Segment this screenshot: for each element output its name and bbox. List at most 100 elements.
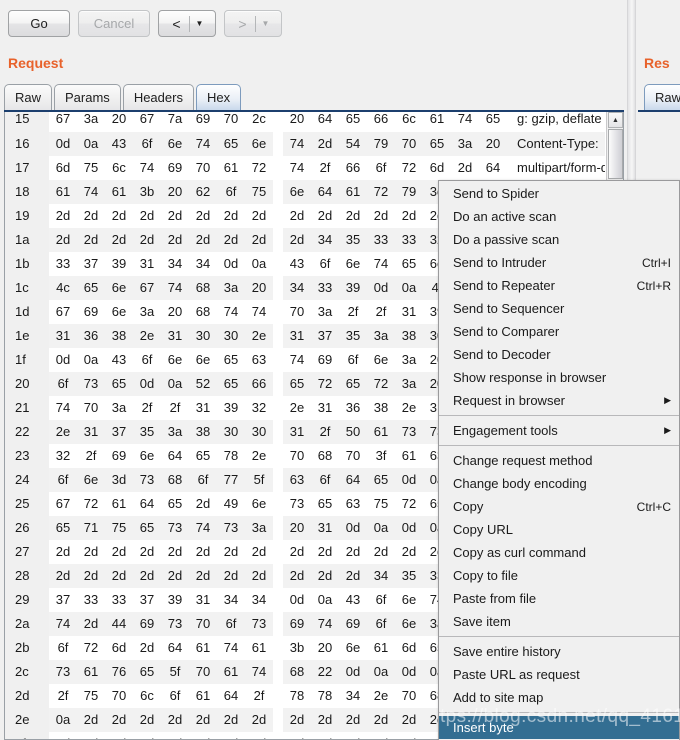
hex-byte-cell[interactable]: 65	[133, 516, 161, 540]
hex-byte-cell[interactable]: 65	[49, 516, 77, 540]
hex-byte-cell[interactable]: 54	[339, 132, 367, 156]
hex-byte-cell[interactable]: 2d	[311, 564, 339, 588]
hex-byte-cell[interactable]: 79	[395, 180, 423, 204]
hex-byte-cell[interactable]: 2d	[133, 204, 161, 228]
hex-byte-cell[interactable]: 2d	[77, 228, 105, 252]
hex-row[interactable]: 15 67 3a 20 67 7a 69 70 2c 20 64 65 66 6c 61 74 65 g: gzi…	[5, 112, 605, 132]
hex-byte-cell[interactable]: 63	[283, 468, 311, 492]
hex-byte-cell[interactable]: 67	[133, 112, 161, 132]
hex-byte-cell[interactable]: 74	[311, 612, 339, 636]
hex-byte-cell[interactable]: 61	[217, 660, 245, 684]
hex-byte-cell[interactable]: 72	[367, 180, 395, 204]
hex-byte-cell[interactable]: 75	[77, 156, 105, 180]
hex-byte-cell[interactable]: 65	[311, 492, 339, 516]
hex-byte-cell[interactable]: 64	[479, 156, 507, 180]
hex-byte-cell[interactable]: 72	[311, 372, 339, 396]
menu-item-engagement-tools[interactable]: Engagement tools ▶	[439, 419, 679, 442]
scroll-up-arrow-icon[interactable]: ▲	[608, 112, 623, 128]
menu-item-send-to-intruder[interactable]: Send to Intruder Ctrl+I	[439, 251, 679, 274]
hex-byte-cell[interactable]: 2d	[77, 732, 105, 739]
hex-byte-cell[interactable]: 3a	[451, 132, 479, 156]
hex-byte-cell[interactable]: 2f	[77, 444, 105, 468]
hex-byte-cell[interactable]: 2f	[133, 396, 161, 420]
hex-byte-cell[interactable]: 35	[133, 420, 161, 444]
hex-byte-cell[interactable]: 0d	[49, 132, 77, 156]
hex-byte-cell[interactable]: 0a	[49, 708, 77, 732]
hex-byte-cell[interactable]: 6f	[49, 636, 77, 660]
hex-byte-cell[interactable]: 36	[339, 396, 367, 420]
hex-byte-cell[interactable]: 2d	[245, 708, 273, 732]
hex-byte-cell[interactable]: 2d	[311, 204, 339, 228]
menu-item-request-in-browser[interactable]: Request in browser ▶	[439, 389, 679, 412]
hex-byte-cell[interactable]: 6f	[49, 468, 77, 492]
hex-byte-cell[interactable]: 70	[395, 132, 423, 156]
hex-byte-cell[interactable]: 6e	[339, 252, 367, 276]
hex-byte-cell[interactable]: 20	[161, 300, 189, 324]
chevron-down-icon[interactable]: ▼	[190, 19, 210, 28]
hex-byte-cell[interactable]: 64	[161, 444, 189, 468]
hex-byte-cell[interactable]: 6d	[105, 636, 133, 660]
hex-byte-cell[interactable]: 2f	[311, 156, 339, 180]
hex-byte-cell[interactable]: 33	[367, 228, 395, 252]
hex-byte-cell[interactable]: 66	[245, 372, 273, 396]
hex-byte-cell[interactable]: 65	[105, 372, 133, 396]
hex-byte-cell[interactable]: 43	[105, 348, 133, 372]
hex-byte-cell[interactable]: 70	[217, 112, 245, 132]
hex-byte-cell[interactable]: 6e	[133, 444, 161, 468]
hex-byte-cell[interactable]: 2e	[395, 396, 423, 420]
hex-byte-cell[interactable]: 69	[283, 612, 311, 636]
hex-byte-cell[interactable]: 6e	[339, 636, 367, 660]
hex-byte-cell[interactable]: 2d	[161, 564, 189, 588]
hex-byte-cell[interactable]: 74	[283, 132, 311, 156]
hex-byte-cell[interactable]: 0a	[395, 276, 423, 300]
hex-byte-cell[interactable]: 0d	[133, 372, 161, 396]
hex-byte-cell[interactable]: 32	[49, 444, 77, 468]
hex-byte-cell[interactable]: 2d	[367, 708, 395, 732]
hex-byte-cell[interactable]: 2d	[245, 228, 273, 252]
hex-byte-cell[interactable]: 74	[283, 156, 311, 180]
hex-byte-cell[interactable]: 6c	[395, 112, 423, 132]
hex-byte-cell[interactable]: 0d	[283, 588, 311, 612]
hex-byte-cell[interactable]: 36	[77, 324, 105, 348]
hex-byte-cell[interactable]: 2d	[339, 540, 367, 564]
hex-byte-cell[interactable]: 31	[283, 420, 311, 444]
hex-byte-cell[interactable]: 73	[161, 612, 189, 636]
hex-byte-cell[interactable]: 3a	[367, 324, 395, 348]
hex-byte-cell[interactable]: 70	[189, 612, 217, 636]
menu-item-insert-byte[interactable]: Insert byte	[439, 716, 679, 739]
hex-byte-cell[interactable]: 0a	[367, 660, 395, 684]
hex-byte-cell[interactable]: 3d	[105, 468, 133, 492]
hex-byte-cell[interactable]: 73	[77, 372, 105, 396]
hex-byte-cell[interactable]: 6f	[367, 156, 395, 180]
response-tab-raw[interactable]: Raw	[644, 84, 680, 110]
hex-byte-cell[interactable]: 69	[339, 612, 367, 636]
hex-byte-cell[interactable]: 2e	[245, 324, 273, 348]
hex-byte-cell[interactable]: 0d	[395, 660, 423, 684]
hex-byte-cell[interactable]: 2d	[133, 636, 161, 660]
hex-byte-cell[interactable]: 6f	[217, 180, 245, 204]
hex-byte-cell[interactable]: 2d	[189, 204, 217, 228]
hex-byte-cell[interactable]: 20	[161, 180, 189, 204]
hex-byte-cell[interactable]: 2d	[161, 228, 189, 252]
hex-byte-cell[interactable]: 75	[105, 516, 133, 540]
hex-byte-cell[interactable]: 2d	[189, 540, 217, 564]
hex-byte-cell[interactable]: 2c	[245, 112, 273, 132]
hex-byte-cell[interactable]: 6f	[367, 612, 395, 636]
hex-byte-cell[interactable]: 67	[49, 300, 77, 324]
hex-byte-cell[interactable]: 65	[133, 660, 161, 684]
hex-byte-cell[interactable]: 2d	[217, 564, 245, 588]
hex-byte-cell[interactable]: 2d	[395, 540, 423, 564]
tab-params[interactable]: Params	[54, 84, 121, 110]
hex-byte-cell[interactable]: 6f	[217, 612, 245, 636]
hex-byte-cell[interactable]: 75	[367, 492, 395, 516]
hex-byte-cell[interactable]: 74	[49, 612, 77, 636]
scrollbar-thumb[interactable]	[608, 129, 623, 179]
hex-byte-cell[interactable]: 61	[189, 636, 217, 660]
hex-byte-cell[interactable]: 70	[77, 396, 105, 420]
hex-byte-cell[interactable]: 2d	[311, 132, 339, 156]
hex-byte-cell[interactable]: 6e	[395, 612, 423, 636]
hex-byte-cell[interactable]: 37	[77, 252, 105, 276]
hex-byte-cell[interactable]: 73	[133, 468, 161, 492]
hex-byte-cell[interactable]: 67	[49, 112, 77, 132]
hex-byte-cell[interactable]: 65	[395, 252, 423, 276]
